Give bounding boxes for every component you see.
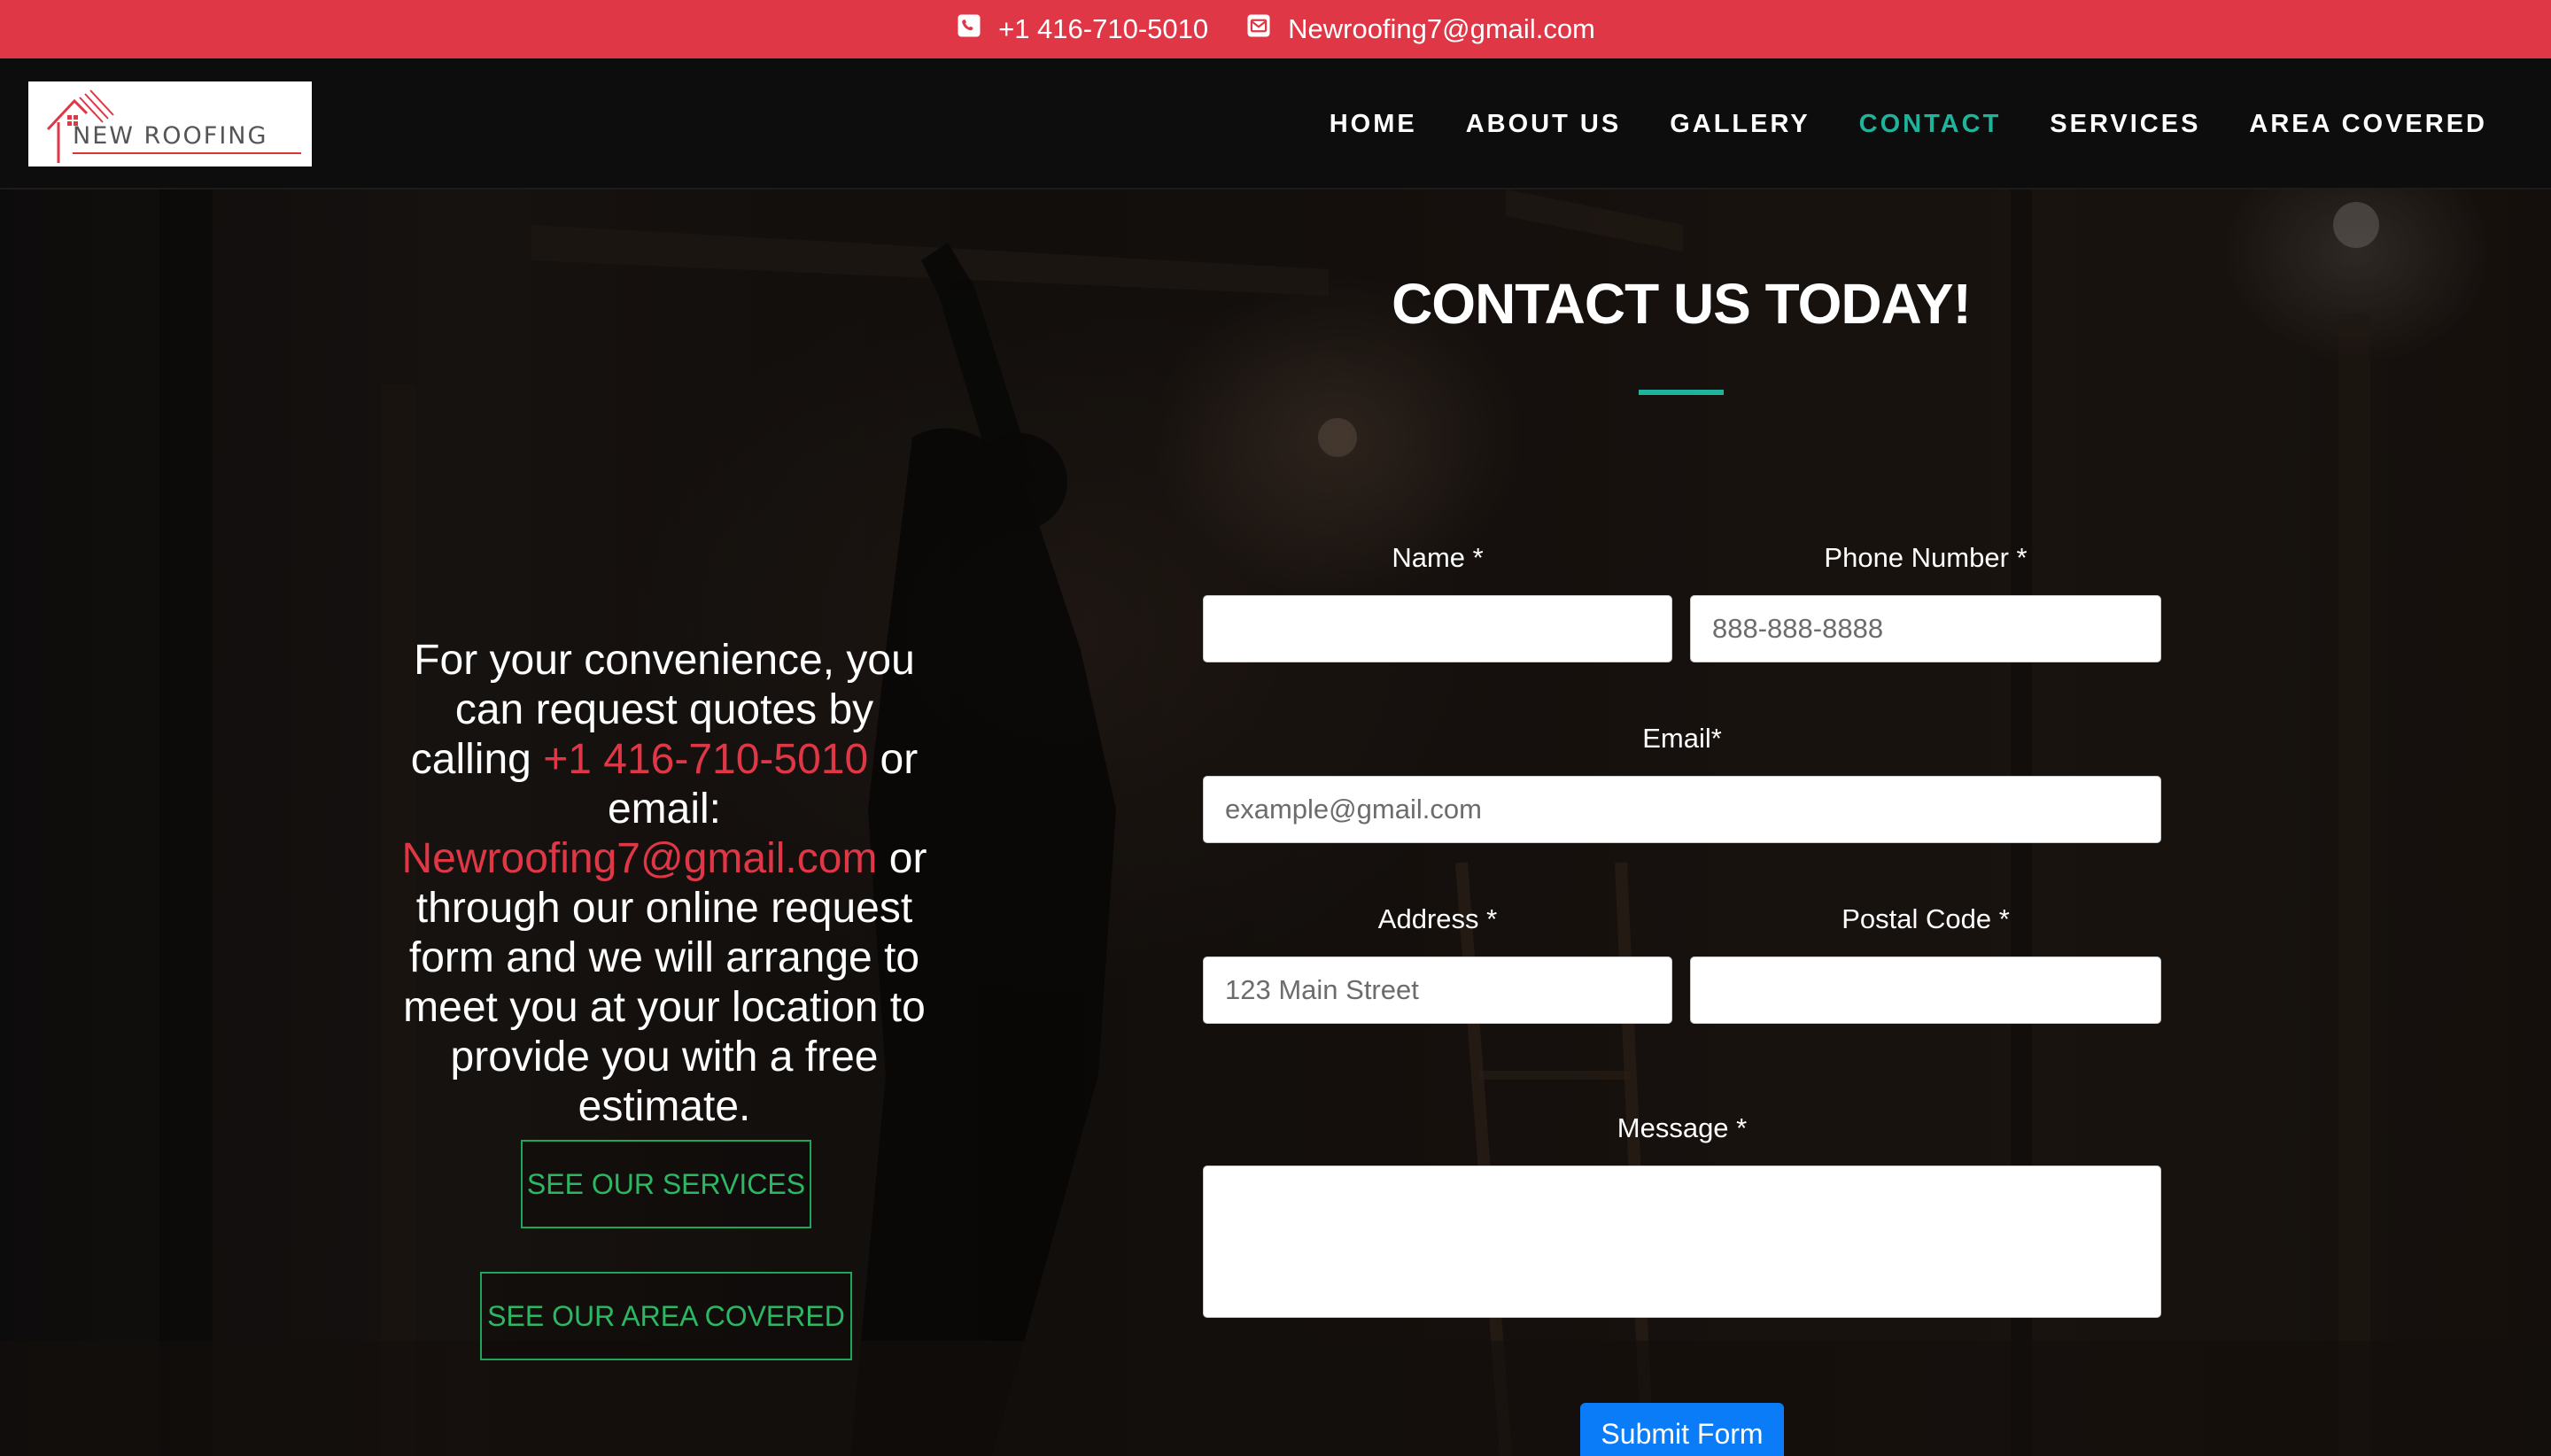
nav-contact[interactable]: CONTACT [1859, 110, 2002, 139]
top-email-link[interactable]: Newroofing7@gmail.com [1245, 12, 1595, 46]
main-nav: HOME ABOUT US GALLERY CONTACT SERVICES A… [1281, 58, 2487, 190]
phone-number-input[interactable] [1690, 595, 2161, 662]
nav-home[interactable]: HOME [1330, 110, 1417, 139]
phone-number-label: Phone Number * [1824, 542, 2028, 573]
submit-form-button[interactable]: Submit Form [1580, 1403, 1784, 1456]
name-input[interactable] [1203, 595, 1672, 662]
see-area-covered-button[interactable]: SEE OUR AREA COVERED [480, 1272, 852, 1360]
intro-phone-link[interactable]: +1 416-710-5010 [543, 736, 868, 783]
title-accent-bar [1639, 390, 1724, 395]
phone-square-icon [956, 12, 998, 46]
logo-underline [73, 152, 301, 154]
name-label: Name * [1392, 542, 1484, 573]
intro-email-link[interactable]: Newroofing7@gmail.com [402, 835, 878, 882]
nav-services[interactable]: SERVICES [2050, 110, 2200, 139]
nav-gallery[interactable]: GALLERY [1670, 110, 1810, 139]
address-label: Address * [1377, 903, 1498, 934]
nav-area-covered[interactable]: AREA COVERED [2249, 110, 2487, 139]
email-input[interactable] [1203, 776, 2161, 843]
nav-about-us[interactable]: ABOUT US [1466, 110, 1621, 139]
postal-code-label: Postal Code * [1842, 903, 2010, 934]
message-label: Message * [1617, 1112, 1748, 1143]
see-services-button[interactable]: SEE OUR SERVICES [521, 1140, 811, 1228]
top-email-text: Newroofing7@gmail.com [1288, 13, 1595, 44]
address-input[interactable] [1203, 956, 1672, 1024]
logo[interactable]: NEW ROOFING [28, 81, 312, 167]
top-phone-text: +1 416-710-5010 [998, 13, 1209, 44]
logo-text: NEW ROOFING [73, 122, 268, 150]
form-title: CONTACT US TODAY! [1392, 272, 1972, 336]
postal-code-input[interactable] [1690, 956, 2161, 1024]
intro-paragraph: For your convenience, you can request qu… [390, 636, 939, 1132]
top-phone-link[interactable]: +1 416-710-5010 [956, 12, 1208, 46]
message-textarea[interactable] [1203, 1166, 2161, 1318]
email-label: Email* [1642, 723, 1722, 754]
site-header: NEW ROOFING HOME ABOUT US GALLERY CONTAC… [0, 58, 2551, 190]
top-contact-bar: +1 416-710-5010 Newroofing7@gmail.com [0, 0, 2551, 58]
envelope-icon [1245, 12, 1288, 46]
